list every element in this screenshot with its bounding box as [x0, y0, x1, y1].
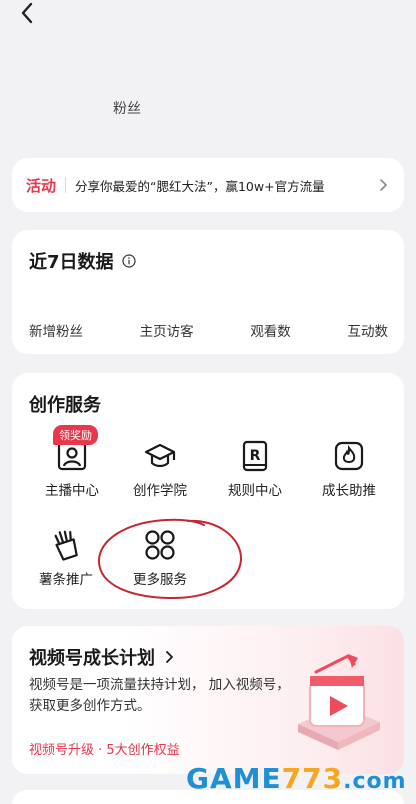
- growth-title-text: 视频号成长计划: [29, 648, 155, 669]
- growth-plan-card[interactable]: 视频号成长计划 视频号是一项流量扶持计划， 加入视频号，获取更多创作方式。 视频…: [12, 626, 404, 774]
- stats-title: 近7日数据: [29, 248, 136, 274]
- watermark-domain: .com: [343, 769, 407, 794]
- stats-labels: 新增粉丝 主页访客 观看数 互动数: [12, 320, 404, 340]
- graduation-cap-icon: [144, 443, 176, 468]
- video-play-illustration-icon: [298, 654, 380, 750]
- activity-tag: 活动: [26, 176, 57, 195]
- stats-card: 近7日数据 新增粉丝 主页访客 观看数 互动数: [12, 230, 404, 354]
- stat-interactions[interactable]: 互动数: [347, 320, 388, 340]
- stat-profile-visitors[interactable]: 主页访客: [140, 320, 194, 340]
- activity-text: 分享你最爱的“腮红大法”，赢10w+官方流量: [75, 178, 325, 194]
- reward-badge: 领奖励: [53, 425, 98, 445]
- activity-banner[interactable]: 活动 分享你最爱的“腮红大法”，赢10w+官方流量: [12, 158, 404, 212]
- service-rules-center[interactable]: R 规则中心: [209, 439, 301, 499]
- watermark-number: 773: [281, 762, 344, 795]
- chevron-right-icon: [380, 179, 387, 191]
- highlight-circle-annotation: [97, 518, 243, 600]
- service-creation-academy[interactable]: 创作学院: [114, 439, 206, 499]
- services-title: 创作服务: [29, 395, 101, 416]
- chevron-left-icon: [21, 2, 33, 24]
- growth-description: 视频号是一项流量扶持计划， 加入视频号，获取更多创作方式。: [29, 677, 290, 714]
- stat-views[interactable]: 观看数: [250, 320, 291, 340]
- divider: [65, 177, 67, 193]
- info-icon[interactable]: [121, 254, 136, 268]
- stats-title-text: 近7日数据: [29, 252, 114, 273]
- fans-label[interactable]: 粉丝: [113, 98, 141, 118]
- service-growth-boost[interactable]: 成长助推: [303, 439, 395, 499]
- flame-icon: [334, 441, 364, 471]
- service-label: 创作学院: [133, 483, 187, 499]
- watermark-logo: GAME773.com: [186, 762, 407, 795]
- stat-new-fans[interactable]: 新增粉丝: [29, 320, 83, 340]
- service-label: 规则中心: [228, 483, 282, 499]
- chevron-right-icon: [166, 651, 173, 663]
- service-label: 主播中心: [45, 483, 99, 499]
- service-label: 成长助推: [322, 483, 376, 499]
- growth-link[interactable]: 视频号升级 · 5大创作权益: [29, 739, 180, 758]
- fries-icon: [54, 530, 78, 561]
- svg-text:R: R: [250, 448, 261, 464]
- back-button[interactable]: [14, 0, 40, 26]
- rules-book-icon: R: [242, 440, 268, 472]
- growth-title[interactable]: 视频号成长计划: [29, 644, 175, 670]
- watermark-brand: GAME: [186, 762, 282, 795]
- service-anchor-center[interactable]: 主播中心: [26, 439, 118, 499]
